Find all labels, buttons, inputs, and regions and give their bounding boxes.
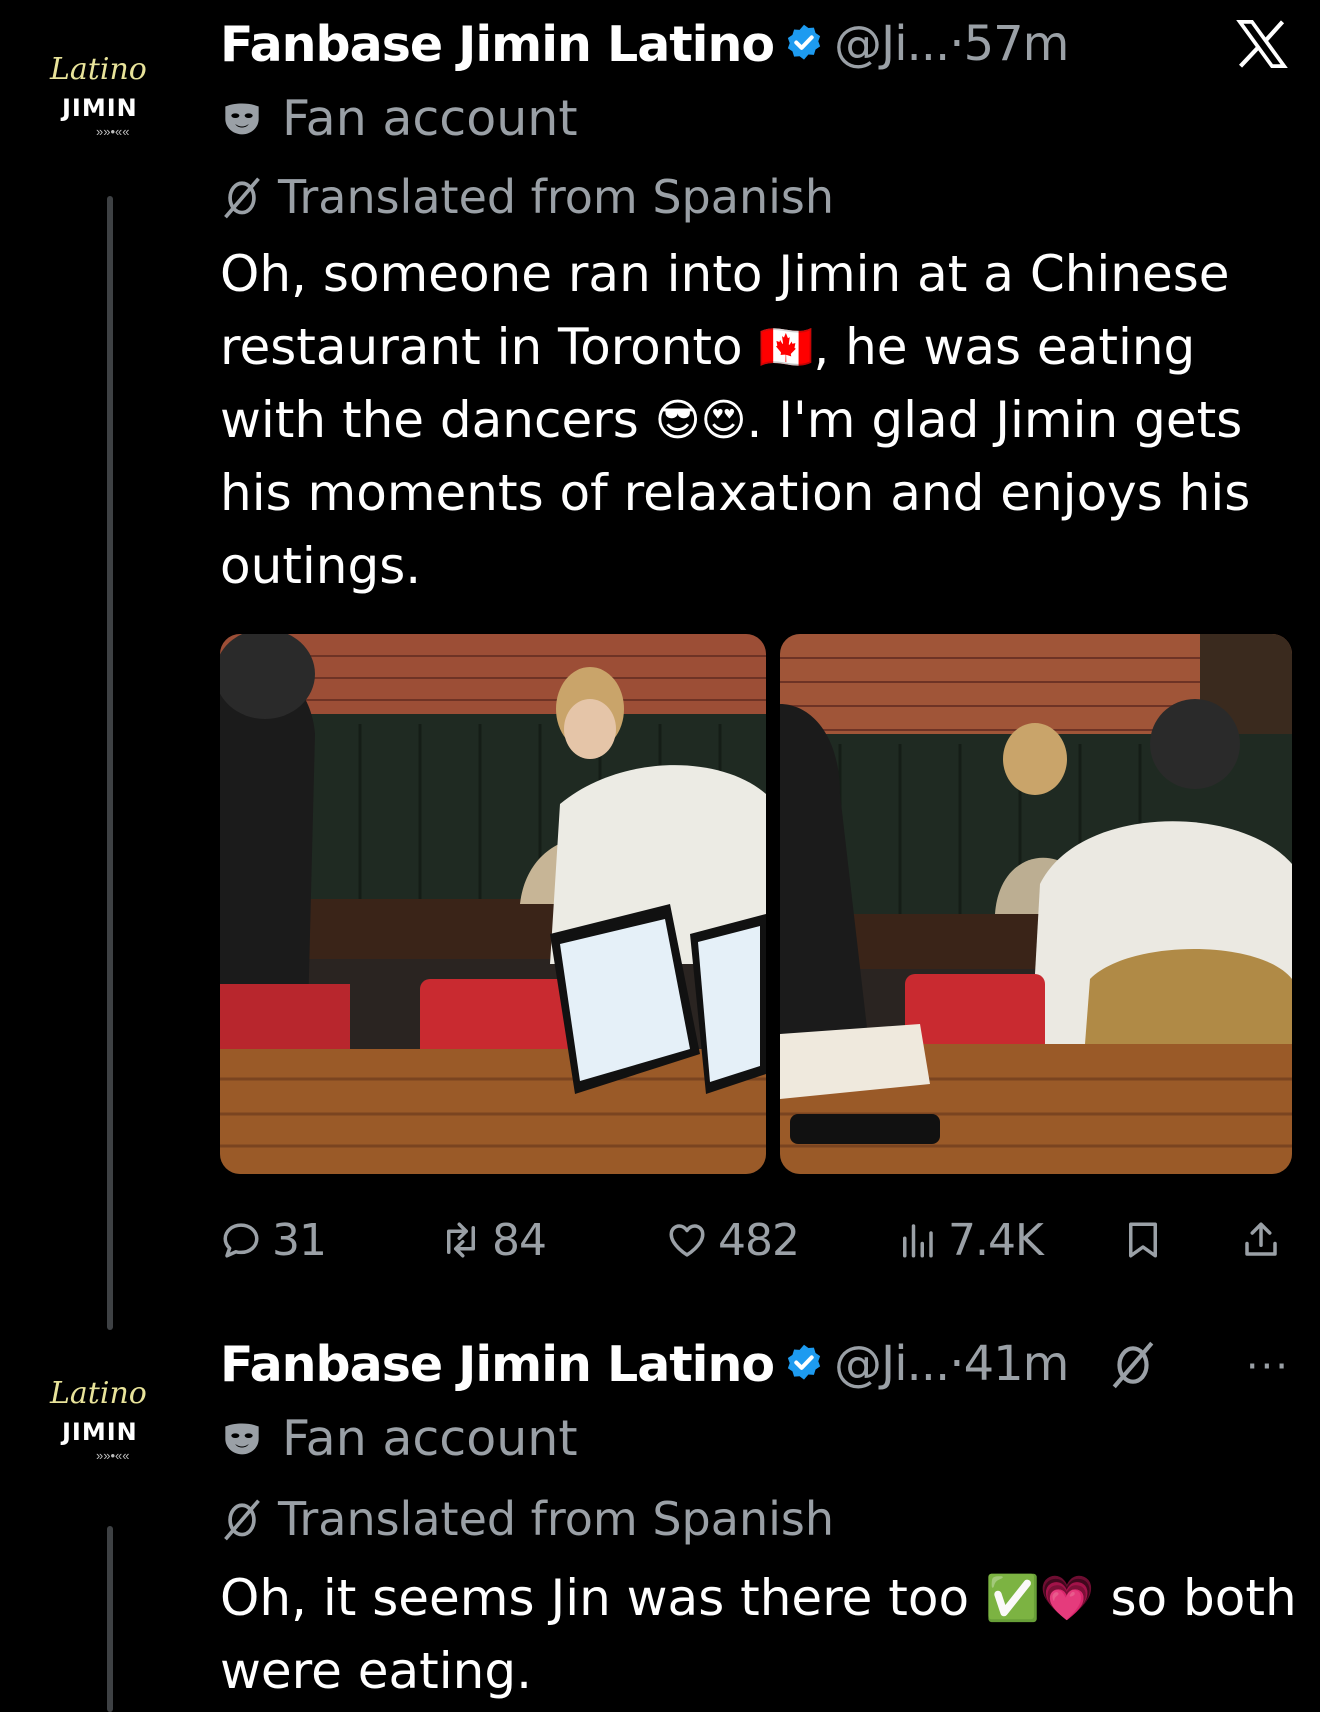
bookmark-button[interactable] [1122, 1210, 1164, 1270]
avatar-script-text: Latino [50, 52, 147, 87]
tweet-photo-2[interactable] [780, 634, 1292, 1174]
avatar-brand-text: JIMIN [62, 1418, 138, 1446]
display-name[interactable]: Fanbase Jimin Latino [220, 16, 775, 73]
tweet-header: Fanbase Jimin Latino @Ji... · 41m [220, 1334, 1158, 1394]
avatar-brand-text: JIMIN [62, 94, 138, 122]
user-handle[interactable]: @Ji... [834, 16, 950, 72]
reply-button[interactable]: 31 [220, 1210, 327, 1270]
separator-dot: · [949, 16, 964, 72]
like-icon [669, 1224, 705, 1257]
display-name[interactable]: Fanbase Jimin Latino [220, 1336, 775, 1393]
reply-icon [223, 1223, 259, 1258]
repost-count: 84 [492, 1214, 547, 1266]
repost-icon [447, 1222, 475, 1258]
avatar-decoration: »»•«« [96, 124, 130, 139]
translated-label[interactable]: Translated from Spanish [220, 170, 834, 224]
fan-account-text: Fan account [282, 90, 578, 147]
verified-badge-icon [787, 1344, 821, 1380]
views-count: 7.4K [948, 1214, 1044, 1266]
bookmark-icon [1129, 1222, 1157, 1258]
mask-icon [225, 1423, 259, 1454]
avatar-decoration: »»•«« [96, 1448, 130, 1463]
translate-icon[interactable] [1108, 1339, 1158, 1389]
repost-button[interactable]: 84 [440, 1210, 547, 1270]
fan-account-label: Fan account [222, 1410, 578, 1467]
translated-text: Translated from Spanish [278, 170, 834, 224]
tweet-photo-1[interactable] [220, 634, 766, 1174]
views-icon [903, 1224, 933, 1258]
tweet-text-part: Oh, it seems Jin was there too [220, 1569, 985, 1627]
views-button[interactable]: 7.4K [896, 1210, 1044, 1270]
like-count: 482 [718, 1214, 800, 1266]
tweet-text: Oh, someone ran into Jimin at a Chinese … [220, 238, 1300, 603]
fan-account-text: Fan account [282, 1410, 578, 1467]
thread-line [107, 1526, 113, 1712]
fan-account-label: Fan account [222, 90, 578, 147]
tweet-text: Oh, it seems Jin was there too ✅💗 so bot… [220, 1562, 1300, 1708]
tweet-2[interactable]: Latino JIMIN »»•«« Fanbase Jimin Latino … [0, 1330, 1320, 1712]
user-handle[interactable]: @Ji... [834, 1336, 950, 1392]
translate-icon [224, 177, 260, 219]
x-logo-icon[interactable] [1234, 16, 1290, 72]
tweet-actions: 31 84 482 7.4K [220, 1210, 1290, 1270]
separator-dot: · [949, 1336, 964, 1392]
avatar[interactable]: Latino JIMIN »»•«« [40, 1376, 180, 1476]
like-button[interactable]: 482 [666, 1210, 800, 1270]
heart-eyes-emoji: 😍 [700, 395, 747, 446]
thread-line [107, 196, 113, 1330]
tweet-1[interactable]: Latino JIMIN »»•«« Fanbase Jimin Latino … [0, 0, 1320, 1330]
verified-badge-icon [787, 24, 821, 60]
tweet-header: Fanbase Jimin Latino @Ji... · 57m [220, 14, 1070, 74]
restaurant-photo-illustration [220, 634, 766, 1174]
restaurant-photo-illustration [780, 634, 1292, 1174]
translated-text: Translated from Spanish [278, 1492, 834, 1546]
pink-heart-emoji: 💗 [1039, 1573, 1095, 1624]
timestamp[interactable]: 41m [964, 1336, 1070, 1392]
share-icon [1245, 1222, 1277, 1256]
more-icon[interactable]: ··· [1246, 1344, 1290, 1390]
check-mark-emoji: ✅ [985, 1573, 1040, 1624]
mask-icon [225, 103, 259, 134]
canada-flag-emoji: 🇨🇦 [758, 322, 814, 373]
share-button[interactable] [1240, 1210, 1282, 1270]
translated-label[interactable]: Translated from Spanish [220, 1492, 834, 1546]
translate-icon [224, 1499, 260, 1541]
avatar[interactable]: Latino JIMIN »»•«« [40, 52, 180, 152]
avatar-script-text: Latino [50, 1376, 147, 1411]
sunglasses-emoji: 😎 [654, 395, 701, 446]
timestamp[interactable]: 57m [964, 16, 1070, 72]
reply-count: 31 [272, 1214, 327, 1266]
